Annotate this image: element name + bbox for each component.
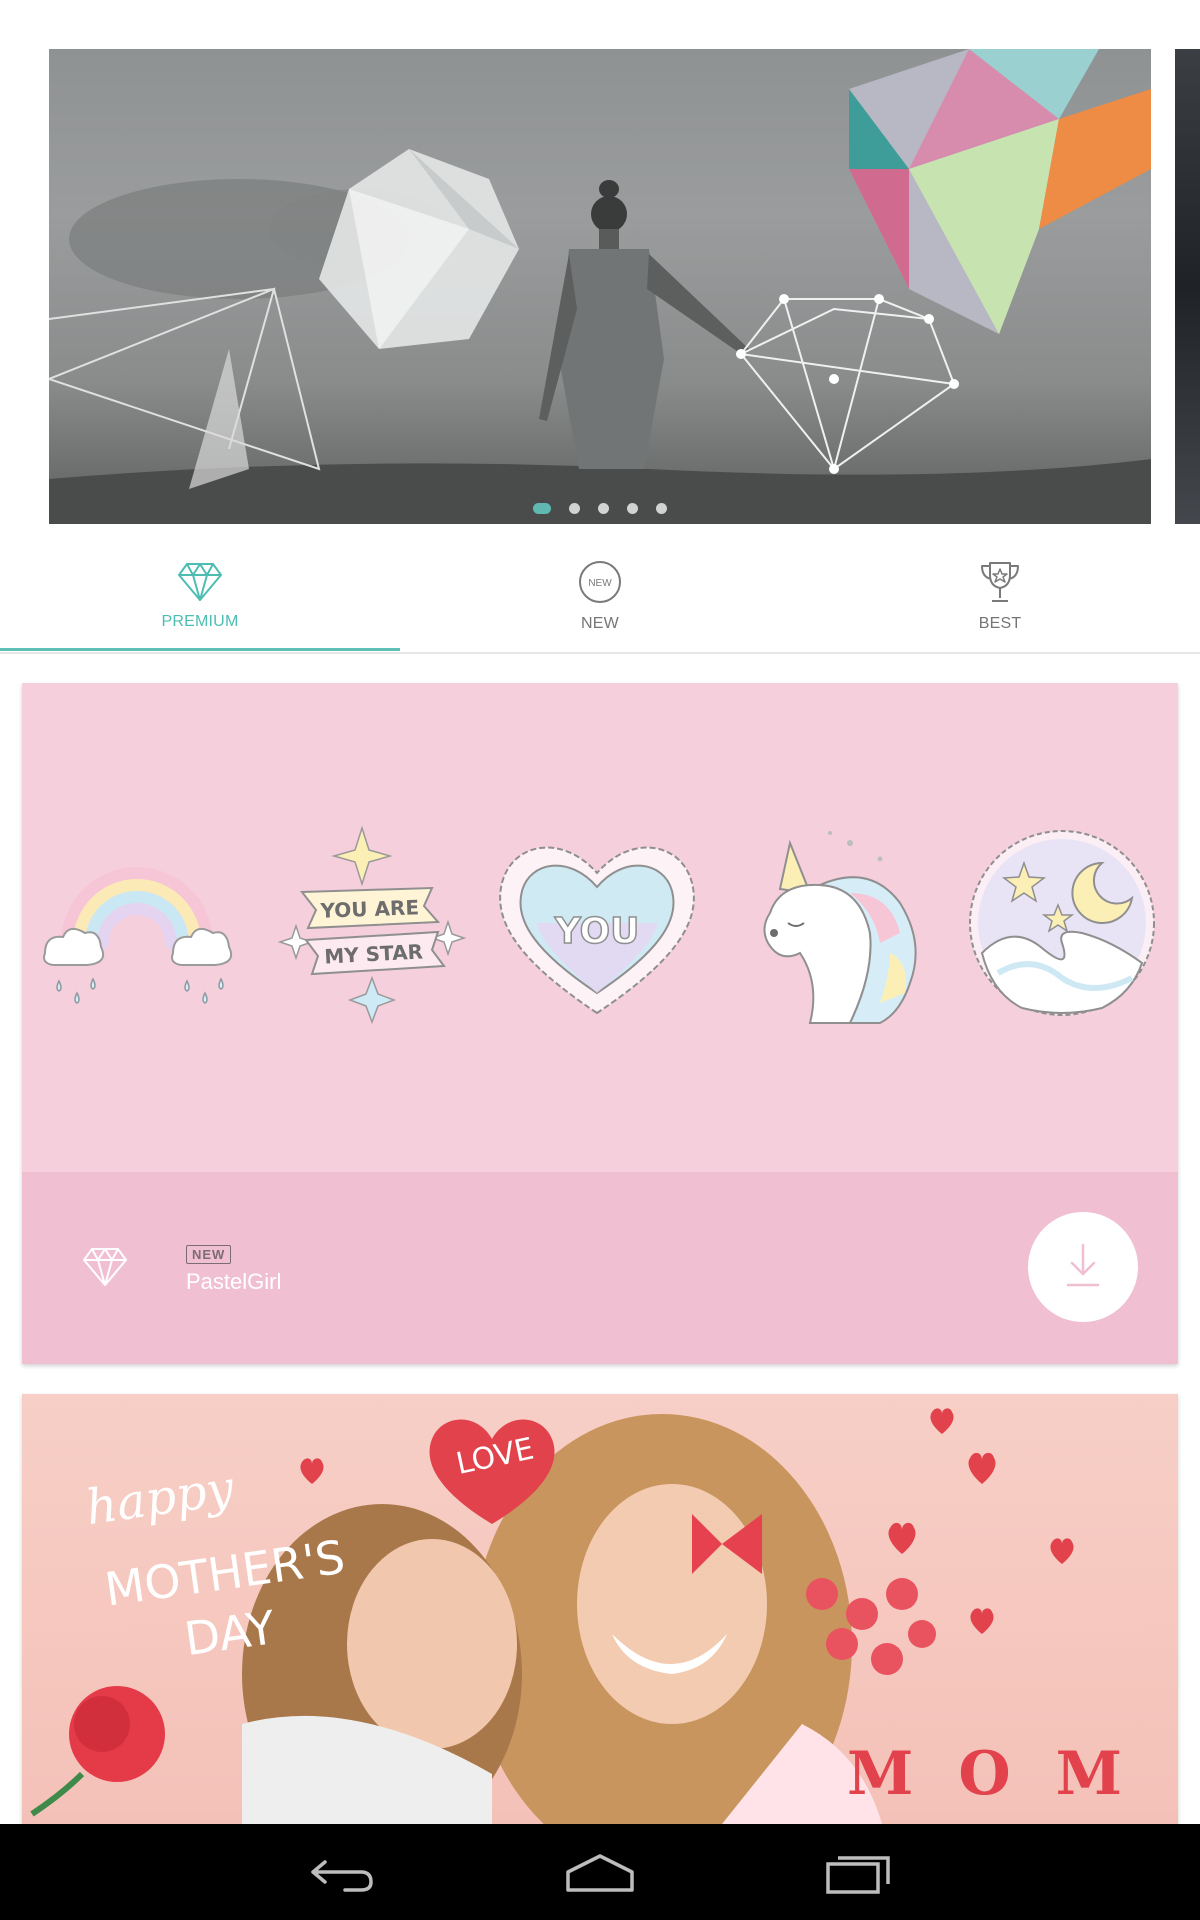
back-icon[interactable] xyxy=(305,1848,377,1901)
tab-premium[interactable]: PREMIUM xyxy=(0,540,400,652)
sticker-text: YOU ARE xyxy=(319,895,419,922)
diamond-icon xyxy=(82,1247,128,1292)
mom-letters: MOM xyxy=(847,1739,1167,1809)
sticker-pack-card[interactable]: YOU ARE MY STAR YOU NEW PastelGirl xyxy=(22,683,1178,1364)
active-tab-indicator xyxy=(0,648,400,651)
carousel-dot[interactable] xyxy=(533,502,551,514)
sticker-pack-card-mothers-day[interactable]: LOVE happy MOTHER'S DAY MOM xyxy=(22,1394,1178,1824)
sticker-text: YOU xyxy=(554,911,640,952)
category-tabs: PREMIUM NEW NEW BEST xyxy=(0,540,1200,654)
new-icon-text: NEW xyxy=(588,578,612,589)
carousel-dot[interactable] xyxy=(627,502,638,514)
mothers-day-artwork: LOVE happy MOTHER'S DAY MOM xyxy=(30,1408,1167,1824)
tab-best[interactable]: BEST xyxy=(800,540,1200,652)
carousel-dot[interactable] xyxy=(656,502,667,514)
download-icon xyxy=(1066,1243,1100,1292)
recent-apps-icon[interactable] xyxy=(822,1848,894,1901)
diamond-icon xyxy=(177,562,223,607)
banner-artwork xyxy=(49,49,1151,524)
system-navigation-bar xyxy=(0,1824,1200,1920)
sticker-preview-row: YOU ARE MY STAR YOU xyxy=(22,683,1178,1172)
featured-banner[interactable] xyxy=(49,49,1151,524)
carousel-indicator xyxy=(49,498,1151,518)
tab-label: BEST xyxy=(978,614,1022,632)
card-headline: happy xyxy=(83,1460,238,1536)
tab-new[interactable]: NEW NEW xyxy=(400,540,800,652)
carousel-dot[interactable] xyxy=(569,502,580,514)
tab-label: PREMIUM xyxy=(161,612,239,630)
heart-you-sticker: YOU xyxy=(499,846,695,1015)
trophy-icon xyxy=(978,560,1022,609)
unicorn-sticker xyxy=(763,831,917,1024)
new-badge: NEW xyxy=(186,1245,232,1264)
pack-footer: NEW PastelGirl xyxy=(22,1172,1178,1364)
tab-label: NEW xyxy=(581,614,619,632)
pack-name: PastelGirl xyxy=(186,1269,282,1294)
new-circle-icon: NEW xyxy=(578,560,622,609)
moon-waves-sticker xyxy=(969,830,1155,1016)
you-are-my-star-sticker: YOU ARE MY STAR xyxy=(277,825,467,1025)
rainbow-sticker xyxy=(43,867,233,1004)
carousel-dot[interactable] xyxy=(598,502,609,514)
download-button[interactable] xyxy=(1028,1212,1138,1322)
home-icon[interactable] xyxy=(562,1848,638,1901)
next-banner-peek[interactable] xyxy=(1175,49,1200,524)
